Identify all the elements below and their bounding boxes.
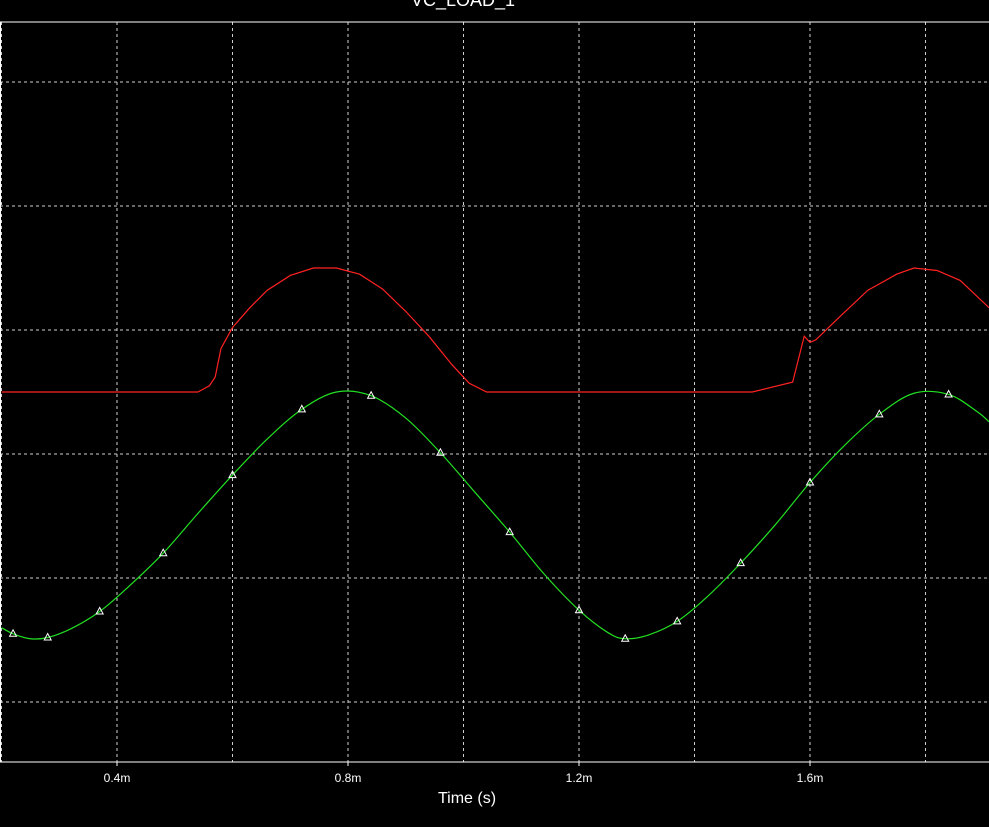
x-tick-label: 1.6m	[797, 771, 824, 785]
data-point-marker	[297, 404, 307, 413]
data-point-marker	[672, 616, 682, 625]
series-line-1	[1, 390, 989, 640]
waveform-plot: 0.4m 0.8m 1.2m 1.6m	[0, 21, 989, 785]
x-tick-label: 0.8m	[335, 771, 362, 785]
data-point-marker	[95, 606, 105, 615]
x-tick-label: 1.2m	[566, 771, 593, 785]
x-tick-label: 0.4m	[104, 771, 131, 785]
x-axis-label: Time (s)	[437, 790, 497, 807]
